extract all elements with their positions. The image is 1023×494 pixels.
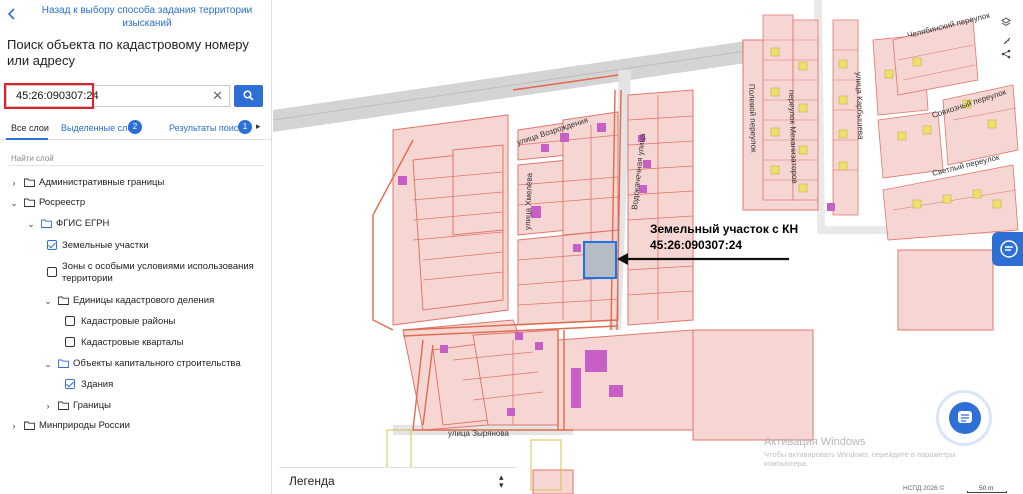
back-arrow-icon[interactable]	[7, 8, 20, 22]
tree-item-cadastral-units[interactable]: ⌄ Единицы кадастрового деления	[0, 294, 271, 310]
share-button[interactable]	[995, 44, 1017, 64]
chat-icon	[958, 411, 972, 423]
special-zones-checkbox[interactable]	[47, 267, 57, 277]
search-button[interactable]	[234, 85, 263, 107]
parcel	[897, 249, 994, 331]
buildings-checkbox[interactable]	[65, 379, 75, 389]
chevron-right-icon[interactable]: ›	[9, 421, 19, 431]
parcel	[692, 329, 814, 441]
chevron-down-icon[interactable]: ⌄	[9, 198, 19, 208]
active-tab-indicator	[6, 138, 48, 140]
tree-item-buildings[interactable]: Здания	[0, 378, 271, 394]
tree-item-label: Кадастровые районы	[81, 316, 176, 327]
side-panel-toggle[interactable]	[992, 232, 1023, 266]
tree-item-label: Кадастровые кварталы	[81, 337, 184, 348]
tree-item-land-parcels[interactable]: Земельные участки	[0, 239, 271, 255]
legend-label: Легенда	[289, 474, 335, 488]
scale-bar	[967, 491, 1007, 493]
tab-all-layers[interactable]: Все слои	[11, 122, 49, 134]
tree-item-capital-construction[interactable]: ⌄ Объекты капитального строительства	[0, 357, 271, 373]
tree-item-rosreestr[interactable]: ⌄ Росреестр	[0, 196, 271, 212]
tree-item-cadastral-quarters[interactable]: Кадастровые кварталы	[0, 336, 271, 352]
back-link[interactable]: Назад к выбору способа задания территори…	[28, 4, 266, 30]
parcel-annotation: Земельный участок с КН 45:26:090307:24	[650, 222, 799, 252]
tree-item-admin-borders[interactable]: › Административные границы	[0, 176, 271, 192]
search-input[interactable]	[7, 86, 207, 106]
tree-item-cadastral-districts[interactable]: Кадастровые районы	[0, 315, 271, 331]
tab-selected-layers[interactable]: Выделенные слои	[61, 122, 138, 134]
tree-item-label: ФГИС ЕГРН	[56, 218, 110, 229]
folder-icon	[58, 296, 69, 305]
tree-item-label: Минприроды России	[39, 420, 130, 431]
results-count-badge: 1	[238, 120, 252, 134]
chevron-down-icon[interactable]: ⌄	[43, 359, 53, 369]
share-icon	[1001, 49, 1011, 59]
watermark-title: Активация Windows	[764, 436, 866, 448]
divider	[8, 165, 264, 166]
page-title: Поиск объекта по кадастровому номеру или…	[7, 37, 249, 68]
cadastral-search-box: ✕	[6, 85, 230, 107]
panel-icon	[1000, 240, 1018, 258]
cadastral-map[interactable]: улица Возрождения Водокачечная улица ули…	[273, 0, 1023, 494]
tree-item-label: Единицы кадастрового деления	[73, 295, 215, 306]
tree-item-special-zones[interactable]: Зоны с особыми условиями использования т…	[0, 261, 271, 289]
parcel	[562, 111, 619, 236]
folder-icon	[24, 198, 35, 207]
tree-item-label: Здания	[81, 379, 114, 390]
chevron-right-icon[interactable]: ›	[9, 178, 19, 188]
folder-icon	[58, 401, 69, 410]
tree-item-label: Зоны с особыми условиями использования т…	[62, 261, 254, 284]
layers-button[interactable]	[995, 12, 1017, 32]
folder-icon	[41, 219, 52, 228]
cadastral-quarters-checkbox[interactable]	[65, 337, 75, 347]
search-icon	[243, 90, 254, 101]
parcel	[452, 144, 504, 236]
back-row: Назад к выбору способа задания территори…	[0, 0, 271, 34]
layers-panel: Назад к выбору способа задания территори…	[0, 0, 272, 494]
chat-button[interactable]	[949, 402, 981, 434]
layer-search-input[interactable]: Найти слой	[11, 154, 54, 163]
expand-toggle-icon[interactable]: ▴ ▾	[499, 473, 504, 490]
cadastral-districts-checkbox[interactable]	[65, 316, 75, 326]
folder-icon	[24, 178, 35, 187]
copyright: НСПД 2026 ©	[903, 485, 945, 492]
tree-item-label: Административные границы	[39, 177, 165, 188]
tree-item-label: Земельные участки	[62, 240, 149, 251]
street-label: улица Зырянова	[448, 429, 510, 438]
tabs-scroll-right-icon[interactable]: ▸	[256, 121, 261, 132]
clear-icon[interactable]: ✕	[212, 88, 223, 104]
folder-icon	[58, 359, 69, 368]
land-parcels-checkbox[interactable]	[47, 240, 57, 250]
tab-search-results[interactable]: Результаты поиска	[169, 122, 247, 134]
layers-icon	[1001, 17, 1011, 27]
selected-parcel[interactable]	[583, 241, 617, 279]
map-canvas: улица Возрождения Водокачечная улица ули…	[273, 0, 1019, 494]
selected-count-badge: 2	[128, 120, 142, 134]
layer-tabs: Все слои Выделенные слои 2 Результаты по…	[0, 118, 271, 140]
folder-icon	[24, 421, 35, 430]
tree-item-fgis-egrn[interactable]: ⌄ ФГИС ЕГРН	[0, 217, 271, 233]
tree-item-label: Границы	[73, 400, 111, 411]
tree-item-label: Росреестр	[39, 197, 86, 208]
tree-item-borders[interactable]: › Границы	[0, 399, 271, 415]
tree-item-label: Объекты капитального строительства	[73, 358, 241, 369]
chevron-right-icon[interactable]: ›	[43, 401, 53, 411]
chevron-down-icon[interactable]: ⌄	[43, 296, 53, 306]
tree-item-minprirody[interactable]: › Минприроды России	[0, 419, 271, 435]
legend-bar[interactable]: Легенда ▴ ▾	[279, 467, 516, 494]
watermark-text: Чтобы активировать Windows, перейдите в …	[764, 450, 956, 468]
chevron-down-icon[interactable]: ⌄	[26, 219, 36, 229]
